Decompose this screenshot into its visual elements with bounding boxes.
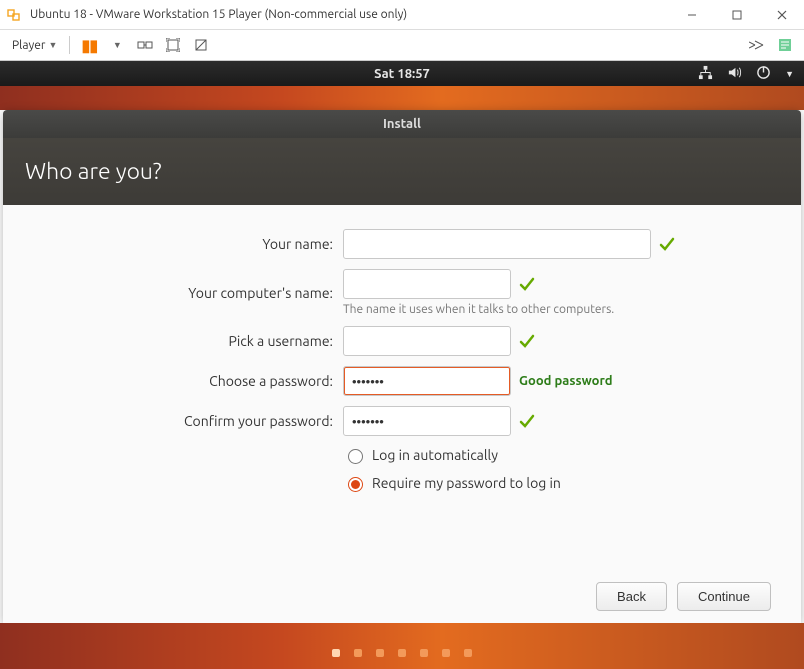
computer-name-hint: The name it uses when it talks to other … bbox=[343, 303, 614, 316]
network-icon[interactable] bbox=[698, 65, 713, 83]
minimize-button[interactable] bbox=[669, 0, 714, 29]
caret-down-icon: ▼ bbox=[48, 40, 57, 50]
pause-icon[interactable]: ▮▮ bbox=[78, 34, 100, 56]
installer-window: Install Who are you? Your name: Your com… bbox=[3, 110, 801, 623]
guest-os: Sat 18:57 ▼ Install Who are you? Your na… bbox=[0, 61, 804, 669]
page-heading: Who are you? bbox=[25, 159, 162, 184]
vmware-app-icon bbox=[6, 6, 24, 24]
login-require-radio[interactable] bbox=[348, 477, 363, 492]
password-strength: Good password bbox=[519, 374, 613, 388]
confirm-password-input[interactable] bbox=[343, 406, 511, 436]
pager-dot[interactable] bbox=[332, 649, 340, 657]
cycle-icon[interactable] bbox=[746, 34, 768, 56]
login-auto-radio[interactable] bbox=[348, 449, 363, 464]
label-computer-name: Your computer's name: bbox=[33, 285, 333, 301]
login-auto-label: Log in automatically bbox=[372, 447, 498, 463]
checkmark-icon bbox=[659, 236, 675, 252]
username-input[interactable] bbox=[343, 326, 511, 356]
back-button[interactable]: Back bbox=[596, 582, 667, 611]
volume-icon[interactable] bbox=[727, 65, 742, 83]
checkmark-icon bbox=[519, 413, 535, 429]
power-icon[interactable] bbox=[756, 65, 771, 83]
checkmark-icon bbox=[519, 333, 535, 349]
installer-pager bbox=[0, 623, 804, 669]
label-confirm-password: Confirm your password: bbox=[33, 413, 333, 429]
caret-down-icon[interactable]: ▼ bbox=[785, 69, 794, 79]
vmware-titlebar: Ubuntu 18 - VMware Workstation 15 Player… bbox=[0, 0, 804, 30]
label-your-name: Your name: bbox=[33, 236, 333, 252]
installer-titlebar: Install bbox=[3, 110, 801, 138]
unity-icon[interactable] bbox=[190, 34, 212, 56]
close-button[interactable] bbox=[759, 0, 804, 29]
maximize-button[interactable] bbox=[714, 0, 759, 29]
label-username: Pick a username: bbox=[33, 333, 333, 349]
checkmark-icon bbox=[519, 276, 535, 292]
computer-name-input[interactable] bbox=[343, 269, 511, 299]
pager-dot[interactable] bbox=[442, 649, 450, 657]
vmware-toolbar: Player▼ ▮▮ ▼ bbox=[0, 30, 804, 61]
vmware-window-title: Ubuntu 18 - VMware Workstation 15 Player… bbox=[30, 8, 669, 21]
installer-header: Who are you? bbox=[3, 138, 801, 205]
topbar-clock[interactable]: Sat 18:57 bbox=[374, 67, 430, 81]
ubuntu-topbar: Sat 18:57 ▼ bbox=[0, 61, 804, 86]
continue-button[interactable]: Continue bbox=[677, 582, 771, 611]
send-ctrl-alt-del-icon[interactable] bbox=[134, 34, 156, 56]
pager-dot[interactable] bbox=[376, 649, 384, 657]
your-name-input[interactable] bbox=[343, 229, 651, 259]
login-require-label: Require my password to log in bbox=[372, 475, 561, 491]
label-password: Choose a password: bbox=[33, 373, 333, 389]
password-input[interactable] bbox=[343, 366, 511, 396]
power-dropdown-icon[interactable]: ▼ bbox=[106, 34, 128, 56]
player-menu[interactable]: Player▼ bbox=[8, 37, 61, 54]
separator bbox=[69, 36, 70, 54]
desktop-background bbox=[0, 86, 804, 110]
pager-dot[interactable] bbox=[354, 649, 362, 657]
fullscreen-icon[interactable] bbox=[162, 34, 184, 56]
installer-body: Your name: Your computer's name: The nam… bbox=[3, 205, 801, 623]
notes-icon[interactable] bbox=[774, 34, 796, 56]
pager-dot[interactable] bbox=[398, 649, 406, 657]
pager-dot[interactable] bbox=[420, 649, 428, 657]
pager-dot[interactable] bbox=[464, 649, 472, 657]
